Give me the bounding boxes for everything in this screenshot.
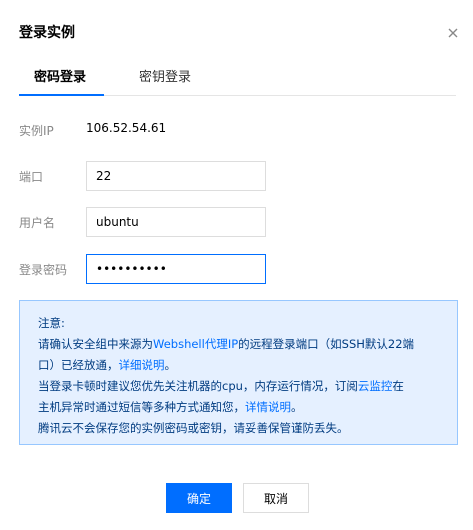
password-input[interactable] <box>86 254 266 284</box>
webshell-proxy-ip-link[interactable]: Webshell代理IP <box>153 337 238 351</box>
ip-value: 106.52.54.61 <box>86 121 167 135</box>
cancel-button[interactable]: 取消 <box>243 483 309 513</box>
close-icon[interactable] <box>444 24 462 42</box>
details-link[interactable]: 详情说明 <box>245 400 291 414</box>
notice-line-2: 口）已经放通，详细说明。 <box>38 355 439 376</box>
notice-heading: 注意: <box>38 316 65 330</box>
tab-key-login-label: 密钥登录 <box>139 70 192 85</box>
dialog-title: 登录实例 <box>19 25 75 41</box>
port-label: 端口 <box>19 170 44 184</box>
notice-line-5: 腾讯云不会保存您的实例密码或密钥，请妥善保管谨防丢失。 <box>38 421 349 435</box>
detailed-explanation-link[interactable]: 详细说明 <box>119 358 165 372</box>
notice-text: 主机异常时通过短信等多种方式通知您， <box>38 400 245 414</box>
notice-text: 在 <box>392 379 404 393</box>
tab-password-login-label: 密码登录 <box>34 70 87 85</box>
tab-password-login[interactable]: 密码登录 <box>34 66 86 96</box>
notice-text: 的远程登录端口（如SSH默认22端 <box>238 337 415 351</box>
notice-text: 当登录卡顿时建议您优先关注机器的cpu，内存运行情况，订阅 <box>38 379 358 393</box>
username-input[interactable] <box>86 207 266 237</box>
notice-line-3: 当登录卡顿时建议您优先关注机器的cpu，内存运行情况，订阅云监控在 <box>38 376 439 397</box>
notice-line-4: 主机异常时通过短信等多种方式通知您，详情说明。 <box>38 397 439 418</box>
login-instance-dialog: 登录实例 密码登录 密钥登录 实例IP 106.52.54.61 端口 用户名 … <box>0 0 473 530</box>
notice-text: 请确认安全组中来源为 <box>38 337 153 351</box>
notice-line-1: 请确认安全组中来源为Webshell代理IP的远程登录端口（如SSH默认22端 <box>38 334 439 355</box>
port-input[interactable] <box>86 161 266 191</box>
notice-text: 口）已经放通， <box>38 358 119 372</box>
notice-box: 注意: 请确认安全组中来源为Webshell代理IP的远程登录端口（如SSH默认… <box>19 300 458 445</box>
tab-key-login[interactable]: 密钥登录 <box>139 66 191 96</box>
cloud-monitor-link[interactable]: 云监控 <box>358 379 393 393</box>
ip-label: 实例IP <box>19 124 54 138</box>
confirm-button[interactable]: 确定 <box>166 483 232 513</box>
username-label: 用户名 <box>19 216 56 230</box>
notice-text: 。 <box>291 400 303 414</box>
active-tab-indicator <box>19 94 104 96</box>
notice-text: 。 <box>164 358 177 372</box>
login-method-tabs: 密码登录 密钥登录 <box>19 66 456 96</box>
password-label: 登录密码 <box>19 263 68 277</box>
